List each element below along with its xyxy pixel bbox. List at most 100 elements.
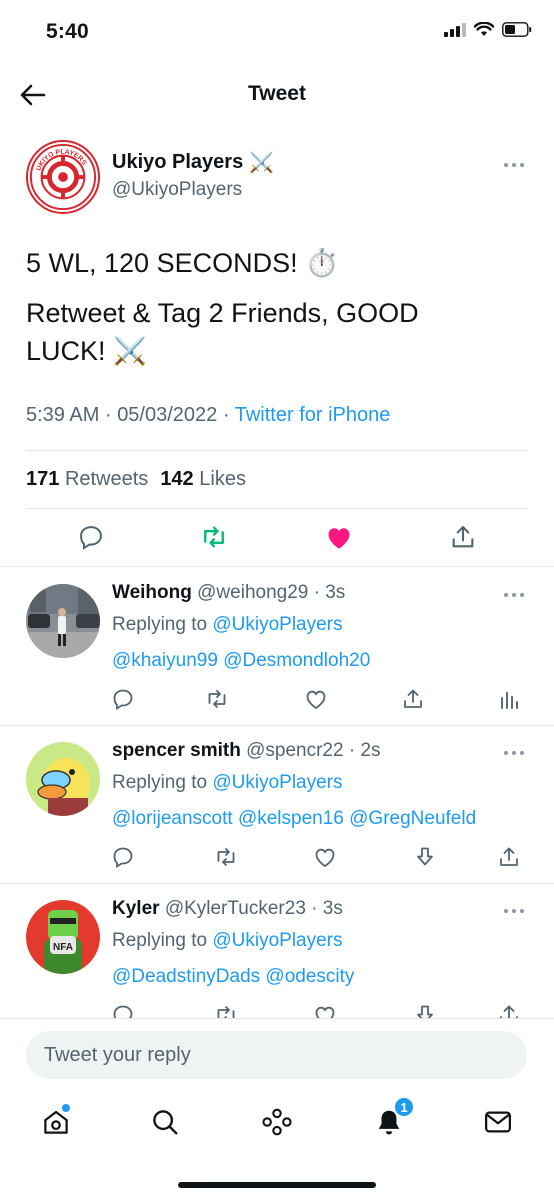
like-icon <box>315 1006 335 1018</box>
search-icon <box>153 1110 178 1135</box>
like-button[interactable] <box>310 842 340 872</box>
wifi-icon <box>474 22 494 37</box>
share-icon <box>500 847 518 866</box>
nfa-avatar: NFA <box>26 900 100 974</box>
author-handle[interactable]: @UkiyoPlayers <box>112 179 274 201</box>
tweet-date: 05/03/2022 <box>117 404 218 426</box>
like-button[interactable] <box>310 1000 340 1018</box>
tab-bar: 1 <box>0 1090 554 1170</box>
retweet-button[interactable] <box>202 684 232 714</box>
likes-stat[interactable]: 142 Likes <box>160 468 246 491</box>
reply-item[interactable]: spencer smith @spencr22 · 2s Replying to… <box>0 726 554 884</box>
reply-author-name[interactable]: spencer smith <box>112 740 241 761</box>
reply-button[interactable] <box>108 1000 138 1018</box>
crossed-swords-emoji: ⚔️ <box>249 152 275 174</box>
download-icon <box>417 847 433 866</box>
retweets-stat[interactable]: 171 Retweets <box>26 468 148 491</box>
replying-to-link[interactable]: @UkiyoPlayers <box>212 614 342 635</box>
tweet-meta: 5:39 AM · 05/03/2022 · Twitter for iPhon… <box>26 404 390 427</box>
author-name[interactable]: Ukiyo Players ⚔️ <box>112 150 274 175</box>
replying-prefix: Replying to <box>112 614 208 635</box>
like-icon <box>306 690 326 710</box>
share-icon <box>404 689 422 708</box>
reply-mentions[interactable]: @lorijeanscott @kelspen16 @GregNeufeld <box>112 808 476 830</box>
bookmark-button[interactable] <box>410 842 440 872</box>
status-time: 5:40 <box>46 20 89 43</box>
tab-spaces[interactable] <box>259 1104 295 1140</box>
status-icons <box>444 22 532 37</box>
reply-item[interactable]: NFA Kyler @KylerTucker23 · 3s Replying t… <box>0 884 554 1018</box>
retweet-button[interactable] <box>211 1000 241 1018</box>
share-button[interactable] <box>494 842 524 872</box>
notifications-badge: 1 <box>393 1096 415 1118</box>
reply-input[interactable] <box>26 1031 527 1079</box>
retweet-button[interactable] <box>211 842 241 872</box>
author-avatar[interactable]: UKIYO PLAYERS <box>26 140 100 214</box>
retweet-button[interactable] <box>199 522 229 552</box>
tab-home[interactable] <box>38 1104 74 1140</box>
reply-author-handle[interactable]: @weihong29 <box>197 582 308 603</box>
reply-avatar[interactable] <box>26 742 100 816</box>
bookmark-button[interactable] <box>410 1000 440 1018</box>
analytics-button[interactable] <box>494 684 524 714</box>
like-button[interactable] <box>324 522 354 552</box>
reply-icon <box>113 689 133 711</box>
reply-header: Weihong @weihong29 · 3s <box>112 582 346 603</box>
reply-actions <box>0 1000 554 1018</box>
replying-prefix: Replying to <box>112 772 208 793</box>
spaces-icon <box>262 1108 292 1136</box>
more-icon[interactable] <box>504 748 528 758</box>
tweet-source-link[interactable]: Twitter for iPhone <box>235 404 391 426</box>
main-tweet-actions <box>0 522 554 562</box>
reply-icon <box>113 847 133 869</box>
reply-button[interactable] <box>108 684 138 714</box>
reply-author-handle[interactable]: @spencr22 <box>246 740 343 761</box>
tweet-text-line1: 5 WL, 120 SECONDS! ⏱️ <box>26 248 339 278</box>
author-name-text: Ukiyo Players <box>112 151 244 173</box>
more-icon[interactable] <box>504 906 528 916</box>
reply-author-name[interactable]: Weihong <box>112 582 192 603</box>
share-button[interactable] <box>398 684 428 714</box>
reply-actions <box>0 842 554 872</box>
more-icon[interactable] <box>504 590 528 600</box>
divider <box>26 508 528 509</box>
reply-mentions[interactable]: @DeadstinyDads @odescity <box>112 966 354 988</box>
reply-time: 3s <box>322 898 343 919</box>
retweet-label: Retweets <box>64 468 149 490</box>
meta-separator: · <box>222 404 230 426</box>
tab-notifications[interactable]: 1 <box>371 1096 415 1140</box>
tab-messages[interactable] <box>480 1104 516 1140</box>
reply-icon <box>113 1005 133 1018</box>
tab-search[interactable] <box>147 1104 183 1140</box>
like-button[interactable] <box>301 684 331 714</box>
download-icon <box>417 1005 433 1018</box>
replying-to: Replying to @UkiyoPlayers <box>112 772 343 794</box>
analytics-icon <box>501 692 518 709</box>
tweet-text-line2: Retweet & Tag 2 Friends, GOOD LUCK! ⚔️ <box>26 298 419 366</box>
home-indicator <box>178 1182 376 1188</box>
reply-header: spencer smith @spencr22 · 2s <box>112 740 381 761</box>
like-label: Likes <box>199 468 246 490</box>
share-button[interactable] <box>448 522 478 552</box>
reply-author-name[interactable]: Kyler <box>112 898 160 919</box>
reply-avatar[interactable] <box>26 584 100 658</box>
reply-mentions[interactable]: @khaiyun99 @Desmondloh20 <box>112 650 370 672</box>
retweet-icon <box>217 1006 235 1018</box>
replying-to-link[interactable]: @UkiyoPlayers <box>212 772 342 793</box>
svg-text:NFA: NFA <box>53 942 73 953</box>
more-icon[interactable] <box>504 160 528 170</box>
share-button[interactable] <box>494 1000 524 1018</box>
reply-item[interactable]: Weihong @weihong29 · 3s Replying to @Uki… <box>0 568 554 726</box>
divider <box>26 450 528 451</box>
divider <box>0 566 554 567</box>
home-unread-dot <box>62 1104 70 1112</box>
retweet-icon <box>217 848 235 866</box>
reply-button[interactable] <box>108 842 138 872</box>
street-photo-avatar <box>26 584 100 658</box>
reply-button[interactable] <box>76 522 106 552</box>
replying-to-link[interactable]: @UkiyoPlayers <box>212 930 342 951</box>
reply-author-handle[interactable]: @KylerTucker23 <box>165 898 306 919</box>
reply-icon <box>80 526 102 550</box>
reply-avatar[interactable]: NFA <box>26 900 100 974</box>
like-icon <box>315 848 335 868</box>
